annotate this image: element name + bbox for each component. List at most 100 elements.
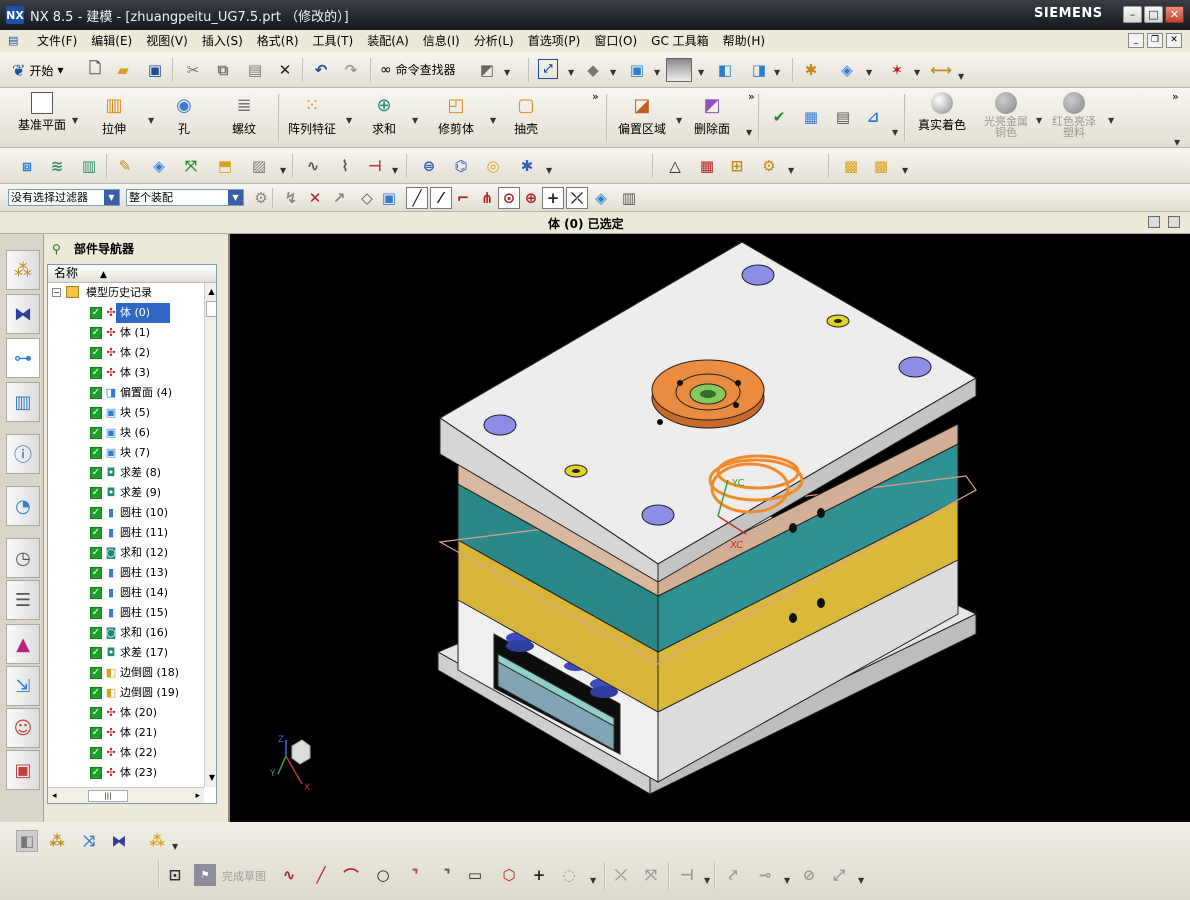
tree-row[interactable]: ✓ ◘ 求差 (9): [48, 483, 216, 503]
center-snap-icon[interactable]: ⊙: [498, 187, 520, 209]
visibility-checkbox[interactable]: ✓: [90, 347, 102, 359]
assembly-constraint-icon[interactable]: ⬒: [214, 155, 236, 177]
tree-row[interactable]: ✓ ✣ 体 (1): [48, 323, 216, 343]
mold-model-view[interactable]: YC XC Z Y X: [230, 234, 1190, 822]
visibility-checkbox[interactable]: ✓: [90, 387, 102, 399]
gear-icon[interactable]: ◎: [482, 155, 504, 177]
tree-row[interactable]: ✓ ▮ 圆柱 (10): [48, 503, 216, 523]
assembly-navigator-tab[interactable]: ⁂: [6, 250, 40, 290]
visibility-checkbox[interactable]: ✓: [90, 567, 102, 579]
new-file-icon[interactable]: 🗋: [84, 59, 106, 81]
pattern-feature-button[interactable]: ⁙ 阵列特征: [280, 92, 344, 144]
tree-row[interactable]: ✓ ✣ 体 (20): [48, 703, 216, 723]
delete-face-button[interactable]: ◩ 删除面: [680, 92, 744, 144]
tree-row[interactable]: ✓ ✣ 体 (23): [48, 763, 216, 783]
add-component-icon[interactable]: ◈: [148, 155, 170, 177]
minimize-button[interactable]: –: [1123, 6, 1142, 23]
select-feature-icon[interactable]: ↯: [280, 187, 302, 209]
menu-view[interactable]: 视图(V): [139, 30, 195, 52]
endpoint-snap-icon[interactable]: ⁄: [430, 187, 452, 209]
move-component-icon[interactable]: ⤧: [180, 155, 202, 177]
arc-icon[interactable]: ⌒: [340, 864, 362, 886]
offset-curve-icon[interactable]: ◌: [558, 864, 580, 886]
collapse-panel-icon[interactable]: ◧: [16, 830, 38, 852]
bar-graph-icon[interactable]: ▥: [618, 187, 640, 209]
point-on-curve-icon[interactable]: +: [542, 187, 564, 209]
shell-button[interactable]: ▢ 抽壳: [494, 92, 558, 144]
polygon-icon[interactable]: ⬡: [498, 864, 520, 886]
reuse-library-tab[interactable]: ▥: [6, 382, 40, 422]
visibility-checkbox[interactable]: ✓: [90, 407, 102, 419]
menu-gc-toolbox[interactable]: GC 工具箱: [644, 30, 716, 52]
menu-help[interactable]: 帮助(H): [716, 30, 772, 52]
visibility-checkbox[interactable]: ✓: [90, 487, 102, 499]
system-scenes-tab[interactable]: ▣: [6, 750, 40, 790]
edit-object-display-icon[interactable]: ◩: [476, 59, 498, 81]
offset-region-button[interactable]: ◪ 偏置区域: [610, 92, 674, 144]
shiny-metal-copper-button[interactable]: 光亮金属 铜色: [974, 92, 1038, 144]
menu-assembly[interactable]: 装配(A): [360, 30, 416, 52]
component-array-icon[interactable]: ⁂: [146, 830, 168, 852]
tree-row[interactable]: ✓ ▣ 块 (6): [48, 423, 216, 443]
visibility-checkbox[interactable]: ✓: [90, 587, 102, 599]
extrude-button[interactable]: ▥ 拉伸: [82, 92, 146, 144]
menu-analysis[interactable]: 分析(L): [467, 30, 521, 52]
tree-row[interactable]: ✓ ▣ 块 (5): [48, 403, 216, 423]
open-file-icon[interactable]: ▰: [112, 59, 134, 81]
maximize-button[interactable]: □: [1144, 6, 1163, 23]
triangle-icon[interactable]: △: [664, 155, 686, 177]
spreadsheet-icon[interactable]: ▦: [696, 155, 718, 177]
visibility-checkbox[interactable]: ✓: [90, 367, 102, 379]
status-close-icon[interactable]: [1168, 216, 1180, 228]
menu-tools[interactable]: 工具(T): [306, 30, 361, 52]
mold-wizard-icon[interactable]: ▩: [840, 155, 862, 177]
redo-icon[interactable]: ↷: [340, 59, 362, 81]
profile-icon[interactable]: ∿: [278, 864, 300, 886]
visibility-checkbox[interactable]: ✓: [90, 767, 102, 779]
auto-constrain-icon[interactable]: ⊘: [798, 864, 820, 886]
undo-icon[interactable]: ↶: [310, 59, 332, 81]
point-snap-icon[interactable]: ◈: [590, 187, 612, 209]
scroll-left-icon[interactable]: ◂: [52, 788, 57, 803]
red-glossy-plastic-button[interactable]: 红色亮泽 塑料: [1042, 92, 1106, 144]
visibility-checkbox[interactable]: ✓: [90, 667, 102, 679]
section-view-icon[interactable]: ◧: [714, 59, 736, 81]
tree-row[interactable]: ✓ ▮ 圆柱 (11): [48, 523, 216, 543]
column-header-name[interactable]: 名称 ▲: [48, 265, 216, 283]
visibility-checkbox[interactable]: ✓: [90, 527, 102, 539]
delete-icon[interactable]: ✕: [274, 59, 296, 81]
snap-view-icon[interactable]: ◈: [836, 59, 858, 81]
visibility-checkbox[interactable]: ✓: [90, 467, 102, 479]
unite-button[interactable]: ⊕ 求和: [352, 92, 416, 144]
line-icon[interactable]: ╱: [310, 864, 332, 886]
select-solid-icon[interactable]: ▣: [378, 187, 400, 209]
tree-row[interactable]: ✓ ✣ 体 (21): [48, 723, 216, 743]
tree-root-model-history[interactable]: − 模型历史记录: [48, 283, 216, 303]
visibility-checkbox[interactable]: ✓: [90, 547, 102, 559]
hscroll-thumb[interactable]: |||: [88, 790, 128, 802]
graphics-window[interactable]: YC XC Z Y X: [230, 234, 1190, 822]
tree-row[interactable]: ✓ ✣ 体 (2): [48, 343, 216, 363]
tree-vertical-scrollbar[interactable]: ▲ ▼: [204, 283, 216, 787]
chamfer-icon[interactable]: ⌝: [436, 864, 458, 886]
menu-format[interactable]: 格式(R): [250, 30, 306, 52]
paste-icon[interactable]: ▤: [244, 59, 266, 81]
hd3d-tools-tab[interactable]: ⓘ: [6, 434, 40, 474]
command-finder-button[interactable]: ∞ 命令查找器: [380, 61, 456, 78]
tree-row[interactable]: ✓ ▣ 块 (7): [48, 443, 216, 463]
gear-group-icon[interactable]: ⚙: [758, 155, 780, 177]
exploded-view-icon[interactable]: ▨: [248, 155, 270, 177]
select-component-icon[interactable]: ◇: [356, 187, 378, 209]
process-studio-tab[interactable]: ▲: [6, 624, 40, 664]
quadrant-snap-icon[interactable]: ⊕: [520, 187, 542, 209]
layers-icon[interactable]: ≋: [46, 155, 68, 177]
cylinder-tool-icon[interactable]: ⊜: [418, 155, 440, 177]
roles-tab[interactable]: ☺: [6, 708, 40, 748]
collapse-icon[interactable]: −: [52, 288, 61, 297]
save-icon[interactable]: ▣: [144, 59, 166, 81]
tree-row[interactable]: ✓ ◘ 求差 (17): [48, 643, 216, 663]
menu-preferences[interactable]: 首选项(P): [521, 30, 588, 52]
finish-sketch-icon[interactable]: ⚑: [194, 864, 216, 886]
tree-row[interactable]: ✓ ✣ 体 (22): [48, 743, 216, 763]
control-point-snap-icon[interactable]: ⋔: [476, 187, 498, 209]
